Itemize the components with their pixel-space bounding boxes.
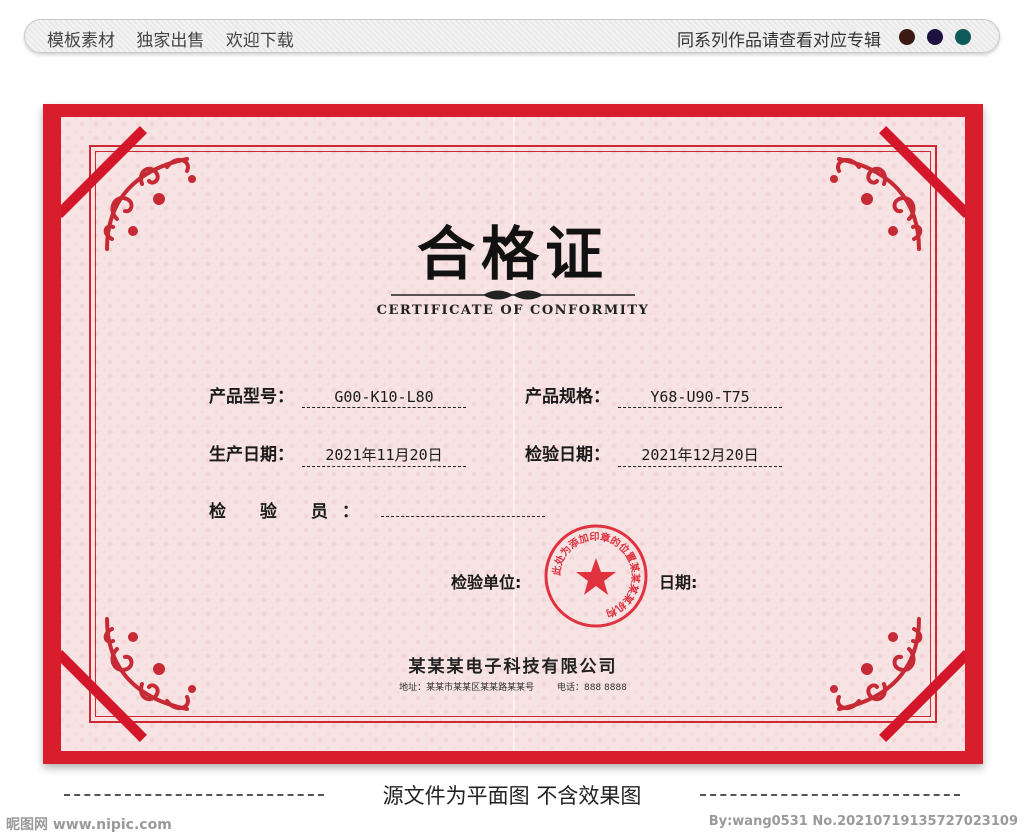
field-inspection-date: 检验日期： 2021年12月20日	[525, 440, 782, 467]
inspection-date-label: 检验日期：	[525, 445, 610, 465]
field-spec: 产品规格： Y68-U90-T75	[525, 382, 782, 408]
certificate-subtitle: CERTIFICATE OF CONFORMITY	[376, 303, 650, 318]
field-model: 产品型号： G00-K10-L80	[209, 382, 466, 408]
banner-item-3: 欢迎下载	[225, 31, 294, 51]
spec-label: 产品规格：	[525, 387, 610, 407]
inspection-date-value: 2021年12月20日	[618, 444, 782, 467]
banner-item-2: 独家出售	[136, 31, 205, 51]
inspector-label: 检 验 员：	[209, 502, 373, 522]
top-banner: 模板素材 独家出售 欢迎下载 同系列作品请查看对应专辑	[24, 19, 1000, 53]
inspector-value	[380, 515, 545, 517]
watermark-right: By:wang0531 No.20210719135727023109	[708, 814, 1018, 829]
company-phone: 电话：888 8888	[556, 683, 627, 693]
spec-value: Y68-U90-T75	[618, 388, 782, 408]
banner-left-text: 模板素材 独家出售 欢迎下载	[47, 26, 310, 51]
banner-right-text: 同系列作品请查看对应专辑	[677, 31, 881, 51]
company-contact: 地址：某某市某某区某某路某某号 电话：888 8888	[61, 680, 965, 693]
watermark-left: 昵图网 www.nipic.com	[6, 817, 172, 833]
field-inspector: 检 验 员：	[209, 497, 545, 522]
color-swatch-3	[955, 29, 971, 45]
official-seal-icon: 此处为添加印章的位置某某某某机构	[544, 524, 648, 628]
certificate-paper: 合格证 CERTIFICATE OF CONFORMITY 产品型号： G00-K…	[61, 117, 965, 751]
inspection-unit-label: 检验单位:	[451, 573, 522, 592]
title-divider-icon	[391, 290, 635, 300]
date-label: 日期:	[659, 573, 698, 592]
model-label: 产品型号：	[209, 387, 294, 407]
field-production-date: 生产日期： 2021年11月20日	[209, 440, 466, 467]
color-swatch-2	[927, 29, 943, 45]
certificate-title: 合格证	[416, 220, 609, 288]
certificate-frame: 合格证 CERTIFICATE OF CONFORMITY 产品型号： G00-K…	[43, 104, 983, 764]
company-name: 某某某电子科技有限公司	[408, 657, 618, 677]
production-date-value: 2021年11月20日	[302, 444, 466, 467]
model-value: G00-K10-L80	[302, 388, 466, 408]
footer-dashes-right	[700, 794, 960, 796]
color-swatch-1	[899, 29, 915, 45]
production-date-label: 生产日期：	[209, 445, 294, 465]
banner-item-1: 模板素材	[47, 31, 115, 51]
company-address: 地址：某某市某某区某某路某某号	[399, 683, 535, 693]
